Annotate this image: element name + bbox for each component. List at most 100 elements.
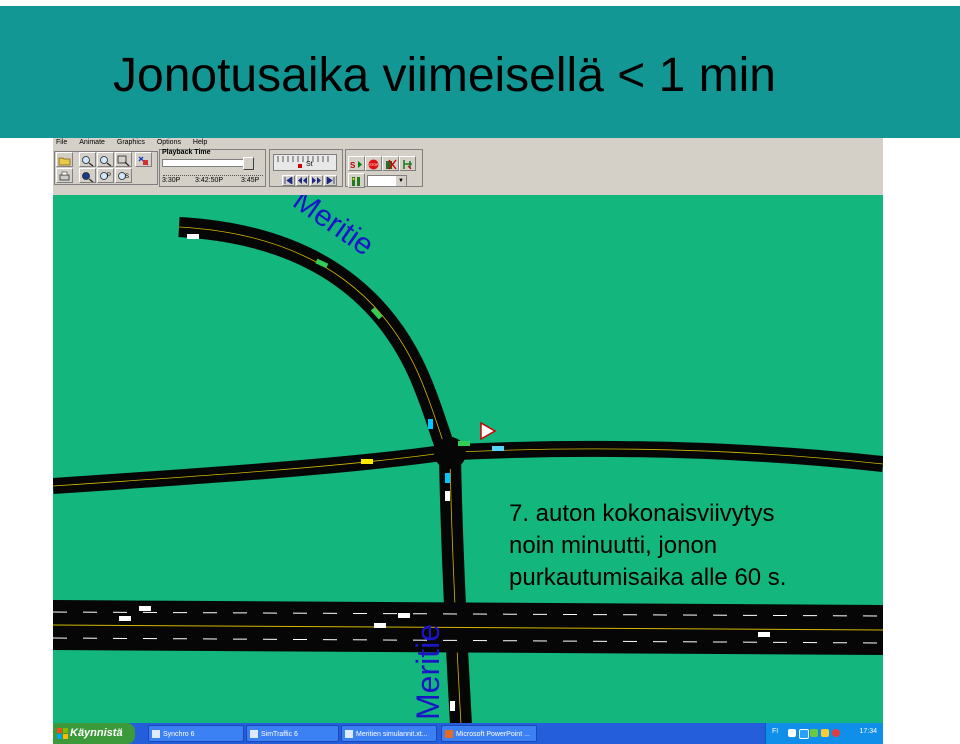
time-mark-start: 3:30P <box>162 177 181 184</box>
taskbar-item-powerpoint[interactable]: Microsoft PowerPoint ... <box>441 725 537 742</box>
zoom-out-icon <box>100 156 112 167</box>
vehicle <box>187 234 199 239</box>
app-icon <box>152 730 160 738</box>
record-icon: S <box>350 161 362 170</box>
vehicle <box>445 491 450 501</box>
printer-icon <box>59 171 70 181</box>
stop-label: STOP <box>369 163 379 167</box>
toolbar: P S Playback Time 3:30P 3:42:50P 3:45P S… <box>53 148 883 195</box>
security-icon[interactable] <box>821 729 829 737</box>
go-start-button[interactable] <box>282 175 295 186</box>
vehicle <box>139 606 151 611</box>
zoom-window-icon <box>117 155 130 167</box>
east-road <box>456 440 883 472</box>
playback-slider-thumb[interactable] <box>243 157 254 170</box>
chevron-down-icon[interactable]: ▼ <box>396 176 406 186</box>
zoom-window-button[interactable] <box>115 152 132 167</box>
vehicle <box>445 473 450 483</box>
vehicle <box>361 459 373 464</box>
simulation-map[interactable]: Meritie Meritie <box>53 195 883 723</box>
caption-line: purkautumisaika alle 60 s. <box>509 564 787 591</box>
update-icon[interactable] <box>832 729 840 737</box>
signal-marker-icon[interactable] <box>480 421 497 441</box>
menu-file[interactable]: File <box>56 139 67 146</box>
vehicle <box>758 632 770 637</box>
app-icon <box>250 730 258 738</box>
slide-caption: 7. auton kokonaisviivytys noin minuutti,… <box>509 498 786 594</box>
simtraffic-window: File Animate Graphics Options Help P S P… <box>53 138 883 744</box>
zoom-in-icon <box>82 156 94 167</box>
system-tray: FI 17:34 <box>765 723 883 744</box>
signals-icon <box>352 177 360 186</box>
menu-graphics[interactable]: Graphics <box>117 139 145 146</box>
record-button[interactable]: S <box>348 156 365 171</box>
menu-animate[interactable]: Animate <box>79 139 105 146</box>
pan-icon <box>138 156 149 166</box>
volume-icon[interactable] <box>788 729 796 737</box>
zoom-all-icon <box>82 172 94 183</box>
svg-text:P: P <box>107 173 111 179</box>
vehicle <box>119 616 131 621</box>
north-west-road <box>178 217 457 457</box>
fast-forward-button[interactable] <box>310 175 323 186</box>
delete-icon <box>386 159 397 170</box>
slide-title-band: Jonotusaika viimeisellä < 1 min <box>0 6 960 138</box>
vehicle <box>374 623 386 628</box>
taskbar-item-synchro[interactable]: Synchro 6 <box>148 725 244 742</box>
taskbar-item-simtraffic[interactable]: SimTraffic 6 <box>246 725 339 742</box>
stop-button[interactable]: STOP <box>365 156 382 171</box>
zoom-in-button[interactable] <box>79 152 96 167</box>
taskbar-item-label: Meritien simulannit.xt... <box>356 731 428 738</box>
pan-button[interactable] <box>135 152 152 167</box>
antivirus-icon[interactable] <box>810 729 818 737</box>
open-file-button[interactable] <box>56 152 73 167</box>
motorway <box>53 600 883 655</box>
menu-help[interactable]: Help <box>193 139 207 146</box>
network-icon <box>403 160 412 170</box>
zoom-scale-button[interactable]: S <box>115 168 132 183</box>
road-label-meritie-south: Meritie <box>410 624 446 720</box>
signals-button[interactable] <box>348 173 365 188</box>
speed-display: St <box>273 154 337 171</box>
seed-button[interactable] <box>399 156 416 171</box>
start-button[interactable]: Käynnistä <box>53 723 135 744</box>
vehicle <box>398 613 410 618</box>
taskbar-item-document[interactable]: Meritien simulannit.xt... <box>341 725 437 742</box>
record-label: S <box>350 161 356 170</box>
menu-options[interactable]: Options <box>157 139 181 146</box>
powerpoint-icon <box>445 730 453 738</box>
zoom-previous-button[interactable]: P <box>97 168 114 183</box>
time-mark-current: 3:42:50P <box>195 177 224 184</box>
svg-text:S: S <box>125 174 129 180</box>
map-view-dropdown[interactable]: ▼ <box>367 175 407 187</box>
zoom-all-button[interactable] <box>79 168 96 183</box>
language-indicator[interactable]: FI <box>772 728 778 735</box>
taskbar-item-label: SimTraffic 6 <box>261 731 298 738</box>
network-tray-icon[interactable] <box>799 729 809 739</box>
speed-ticks-icon <box>277 156 329 168</box>
windows-taskbar: Käynnistä Synchro 6 SimTraffic 6 Meritie… <box>53 723 883 744</box>
time-mark-end: 3:45P <box>241 177 260 184</box>
west-road <box>53 444 451 494</box>
fast-forward-icon <box>312 177 321 184</box>
caption-line: 7. auton kokonaisviivytys <box>509 500 775 527</box>
go-end-button[interactable] <box>324 175 337 186</box>
taskbar-item-label: Microsoft PowerPoint ... <box>456 731 530 738</box>
zoom-scale-icon: S <box>118 172 129 180</box>
zoom-out-button[interactable] <box>97 152 114 167</box>
zoom-previous-icon: P <box>100 172 111 180</box>
skip-end-icon <box>326 176 335 185</box>
slide-title: Jonotusaika viimeisellä < 1 min <box>113 49 776 102</box>
vehicle <box>450 701 455 711</box>
vehicle <box>492 446 504 451</box>
clock: 17:34 <box>859 728 877 735</box>
playback-ticks <box>163 172 263 176</box>
stop-sign-icon: STOP <box>368 159 379 170</box>
vehicle <box>428 419 433 429</box>
rewind-icon <box>298 177 307 184</box>
print-button[interactable] <box>56 168 73 183</box>
vehicle <box>458 441 470 446</box>
delete-vehicles-button[interactable] <box>382 156 399 171</box>
rewind-button[interactable] <box>296 175 309 186</box>
playback-slider-track[interactable] <box>162 159 244 167</box>
